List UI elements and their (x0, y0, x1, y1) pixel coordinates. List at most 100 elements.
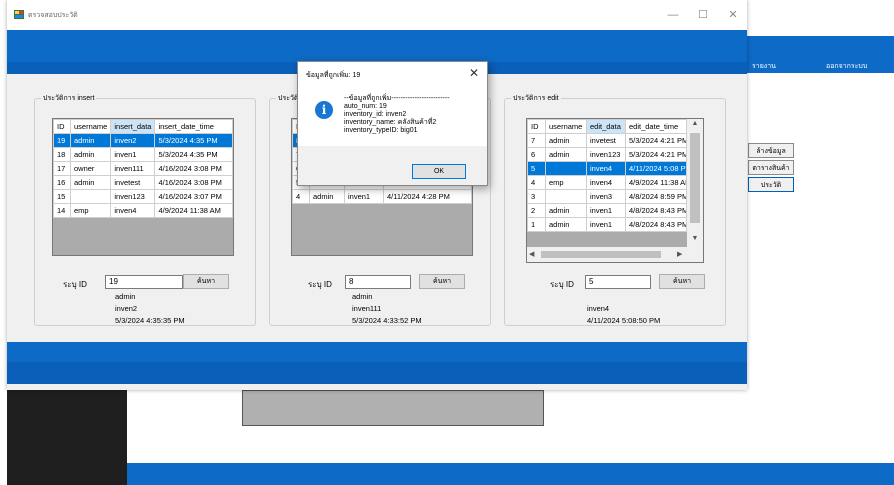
result-data: inven2 (115, 304, 138, 313)
edit-history-group: ประวัติการ edit ID username edit_data ed… (504, 93, 726, 326)
table-row[interactable]: 17 owner inven111 4/16/2024 3:08 PM (53, 161, 233, 176)
table-cell: 5/3/2024 4:21 PM (625, 133, 687, 148)
result-username: admin (115, 292, 136, 301)
header-band (7, 30, 747, 62)
table-row[interactable]: 5 inven4 4/11/2024 5:08 PM (527, 161, 687, 176)
dialog-body: i --ข้อมูลที่ถูกเพิ่ม-------------------… (298, 86, 487, 146)
table-row[interactable]: 18 admin inven1 5/3/2024 4:35 PM (53, 147, 233, 162)
footer-band (7, 342, 747, 362)
maximize-button[interactable]: ☐ (688, 6, 718, 24)
table-cell: 1 (527, 217, 546, 232)
table-cell (69, 189, 112, 204)
table-cell: admin (69, 133, 112, 148)
table-cell: 17 (53, 161, 71, 176)
table-cell: 4/8/2024 8:43 PM (625, 203, 687, 218)
table-row[interactable]: 3 inven3 4/8/2024 8:59 PM (527, 189, 687, 204)
table-row[interactable]: 4 emp inven4 4/9/2024 11:38 AM (527, 175, 687, 190)
search-button[interactable]: ค้นหา (183, 274, 229, 289)
table-cell: 7 (527, 133, 546, 148)
column-header[interactable]: edit_date_time (625, 119, 687, 134)
menu-report[interactable]: รายงาน (752, 61, 776, 72)
message-line: inventory_id: inven2 (344, 111, 407, 118)
table-cell: 5/3/2024 4:21 PM (625, 147, 687, 162)
table-row[interactable]: 15 inven123 4/16/2024 3:07 PM (53, 189, 233, 204)
column-header[interactable]: ID (53, 119, 71, 134)
table-row[interactable]: 1 admin inven1 4/8/2024 8:43 PM (527, 217, 687, 232)
dialog-message: --ข้อมูลที่ถูกเพิ่ม---------------------… (344, 95, 450, 135)
insert-history-grid[interactable]: ID username insert_data insert_date_time… (52, 118, 234, 256)
close-button[interactable]: ✕ (718, 6, 748, 24)
table-row[interactable]: 2 admin inven1 4/8/2024 8:43 PM (527, 203, 687, 218)
clear-data-button[interactable]: ล้างข้อมูล (748, 143, 794, 158)
column-header[interactable]: ID (527, 119, 546, 134)
search-id-label: ระบุ ID (550, 280, 574, 289)
menu-logout[interactable]: ออกจากระบบ (826, 61, 867, 72)
table-row[interactable]: 16 admin invetest 4/16/2024 3:08 PM (53, 175, 233, 190)
column-header[interactable]: username (69, 119, 112, 134)
table-cell: 5/3/2024 4:35 PM (154, 147, 233, 162)
table-cell: emp (69, 203, 112, 218)
table-cell: 5/3/2024 4:35 PM (154, 133, 233, 148)
scroll-up-icon[interactable]: ▲ (687, 120, 703, 127)
table-cell: admin (545, 147, 587, 162)
table-cell (545, 161, 587, 176)
message-line: --ข้อมูลที่ถูกเพิ่ม---------------------… (344, 95, 450, 102)
scroll-thumb[interactable] (690, 133, 700, 223)
close-icon[interactable]: ✕ (469, 66, 479, 80)
column-header[interactable]: insert_data (110, 119, 156, 134)
table-cell: 19 (53, 133, 71, 148)
table-cell: 6 (527, 147, 546, 162)
table-row[interactable]: 14 emp inven4 4/9/2024 11:38 AM (53, 203, 233, 218)
table-row[interactable]: 7 admin invetest 5/3/2024 4:21 PM (527, 133, 687, 148)
horizontal-scrollbar[interactable]: ◀ ▶ (527, 247, 703, 262)
search-button[interactable]: ค้นหา (659, 274, 705, 289)
search-id-input[interactable]: 8 (345, 275, 411, 289)
group-title: ประวัติการ insert (41, 93, 97, 104)
scroll-left-icon[interactable]: ◀ (529, 250, 534, 258)
table-cell: 4 (292, 189, 310, 204)
dialog-titlebar: ข้อมูลที่ถูกเพิ่ม: 19 ✕ (298, 62, 487, 86)
history-button[interactable]: ประวัติ (748, 177, 794, 192)
table-cell: inven1 (586, 217, 626, 232)
table-cell: 14 (53, 203, 71, 218)
column-header[interactable]: username (545, 119, 587, 134)
table-cell: invetest (586, 133, 626, 148)
table-cell (545, 189, 587, 204)
scroll-down-icon[interactable]: ▼ (687, 235, 703, 242)
search-id-label: ระบุ ID (308, 280, 332, 289)
result-data: inven4 (587, 304, 610, 313)
table-cell: inven111 (110, 161, 156, 176)
result-datetime: 5/3/2024 4:33:52 PM (352, 316, 422, 325)
footer-band-lower (7, 362, 747, 384)
scroll-right-icon[interactable]: ▶ (677, 250, 682, 258)
table-cell: 4/16/2024 3:08 PM (154, 175, 233, 190)
search-id-input[interactable]: 5 (585, 275, 651, 289)
table-cell: 5 (527, 161, 546, 176)
search-id-input[interactable]: 19 (105, 275, 183, 289)
info-icon: i (315, 101, 333, 119)
search-button[interactable]: ค้นหา (419, 274, 465, 289)
ok-button[interactable]: OK (412, 164, 466, 179)
minimize-button[interactable]: — (658, 6, 688, 24)
table-cell: inven4 (586, 161, 626, 176)
table-cell: inven4 (110, 203, 156, 218)
edit-history-grid[interactable]: ID username edit_data edit_date_time 7 a… (526, 118, 704, 263)
vertical-scrollbar[interactable]: ▲ ▼ (687, 119, 703, 247)
app-icon (14, 10, 24, 19)
table-cell: 4 (527, 175, 546, 190)
scroll-thumb[interactable] (541, 251, 661, 258)
table-cell: inven123 (586, 147, 626, 162)
product-table-button[interactable]: ตารางสินค้า (748, 160, 794, 175)
message-line: inventory_name: คลังสินค้าที่2 (344, 119, 437, 126)
table-cell: 4/8/2024 8:59 PM (625, 189, 687, 204)
table-row[interactable]: 6 admin inven123 5/3/2024 4:21 PM (527, 147, 687, 162)
table-cell: admin (545, 217, 587, 232)
column-header[interactable]: edit_data (586, 119, 626, 134)
table-row[interactable]: 19 admin inven2 5/3/2024 4:35 PM (53, 133, 233, 148)
table-cell: inven1 (344, 189, 384, 204)
table-cell: owner (69, 161, 112, 176)
table-cell: 4/11/2024 4:28 PM (383, 189, 472, 204)
column-header[interactable]: insert_date_time (154, 119, 233, 134)
table-row[interactable]: 4 admin inven1 4/11/2024 4:28 PM (292, 189, 472, 204)
table-cell: admin (545, 133, 587, 148)
